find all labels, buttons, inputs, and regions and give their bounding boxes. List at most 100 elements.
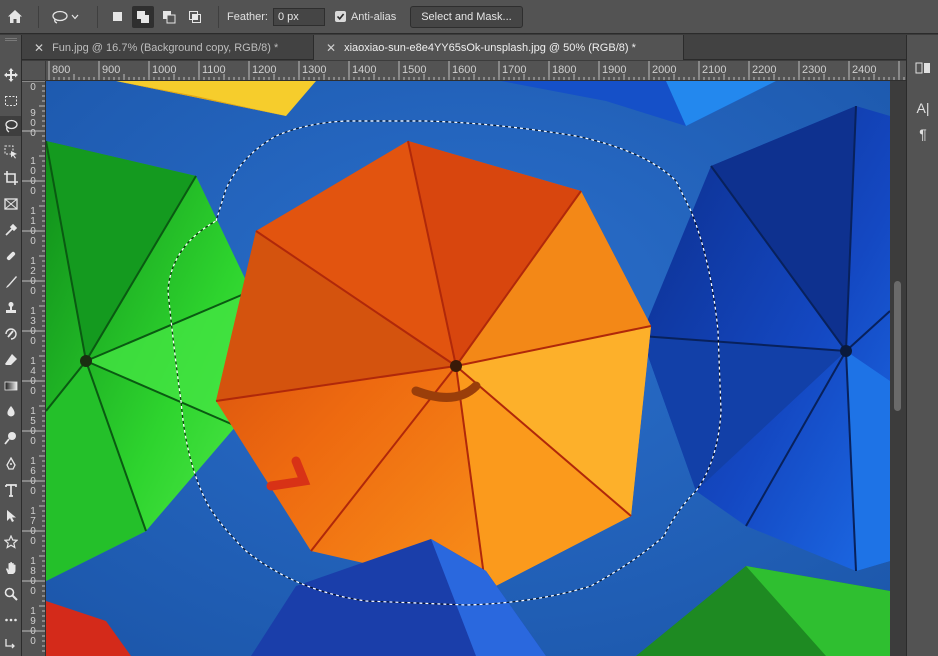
object-selection-tool[interactable] [0, 142, 21, 162]
panel-grip[interactable] [5, 38, 17, 41]
ruler-tick-label: 1800 [552, 64, 577, 76]
close-icon[interactable]: ✕ [326, 41, 336, 55]
stamp-icon [5, 302, 16, 313]
type-panel-icon: A| [916, 100, 930, 116]
move-icon [3, 68, 18, 82]
select-and-mask-button[interactable]: Select and Mask... [410, 5, 523, 28]
feather-input[interactable] [272, 7, 325, 26]
path-select-icon [6, 510, 16, 522]
brush-tool[interactable] [0, 272, 21, 292]
tab-label: xiaoxiao-sun-e8e4YY65sOk-unsplash.jpg @ … [344, 41, 636, 54]
marquee-tool[interactable] [0, 91, 21, 111]
hand-tool[interactable] [0, 558, 21, 578]
character-panel-button[interactable]: A| [907, 97, 938, 119]
eraser-tool[interactable] [0, 350, 21, 370]
healing-brush-icon [6, 251, 15, 261]
path-selection-tool[interactable] [0, 506, 21, 526]
crop-tool[interactable] [0, 168, 21, 188]
move-tool[interactable] [0, 65, 21, 85]
frame-tool[interactable] [0, 194, 21, 214]
home-icon [8, 10, 22, 23]
pen-tool[interactable] [0, 454, 21, 474]
ruler-tick-label: 1 1 0 0 [30, 206, 36, 247]
type-tool[interactable] [0, 480, 21, 500]
dodge-icon [3, 432, 16, 445]
ruler-tick-label: 2200 [752, 64, 777, 76]
add-to-selection-icon [137, 10, 149, 23]
divider [38, 5, 39, 28]
panel-dock-button[interactable] [907, 57, 938, 79]
paragraph-icon: ¶ [919, 126, 927, 142]
ruler-tick-label: 1100 [202, 64, 226, 76]
swap-colors-icon [4, 639, 15, 649]
object-select-icon [4, 145, 17, 159]
ruler-tick-label: 1 9 0 0 [30, 606, 36, 647]
eyedropper-tool[interactable] [0, 220, 21, 240]
horizontal-ruler[interactable]: 800 900 1000 1100 1200 1300 1400 1500 16… [46, 61, 906, 81]
divider [218, 5, 219, 28]
crop-icon [3, 171, 18, 185]
type-icon [4, 484, 17, 497]
ruler-tick-label: 0 [30, 82, 36, 93]
add-to-selection-button[interactable] [132, 5, 154, 28]
tab-label: Fun.jpg @ 16.7% (Background copy, RGB/8)… [52, 41, 279, 54]
ruler-tick-label: 2400 [852, 64, 877, 76]
brush-icon [5, 276, 17, 288]
vertical-scrollbar[interactable] [890, 81, 906, 656]
ruler-tick-label: 1400 [352, 64, 377, 76]
eraser-icon [4, 354, 17, 365]
blur-tool[interactable] [0, 402, 21, 422]
options-bar: Feather: Anti-alias Select and Mask... [0, 0, 938, 34]
subtract-from-selection-button[interactable] [158, 6, 180, 28]
ruler-tick-label: 900 [102, 64, 121, 76]
ruler-tick-label: 800 [52, 64, 71, 76]
swap-colors-button[interactable] [0, 633, 21, 653]
close-icon[interactable]: ✕ [34, 41, 44, 55]
healing-brush-tool[interactable] [0, 246, 21, 266]
dodge-tool[interactable] [0, 428, 21, 448]
libraries-icon [915, 62, 930, 74]
new-selection-button[interactable] [106, 6, 128, 28]
more-tools-icon [4, 618, 17, 622]
ruler-tick-label: 1500 [402, 64, 427, 76]
tab-fun-jpg[interactable]: ✕ Fun.jpg @ 16.7% (Background copy, RGB/… [22, 35, 314, 60]
intersect-selection-icon [189, 10, 201, 23]
zoom-icon [4, 587, 18, 601]
lasso-tool[interactable] [0, 116, 21, 136]
ruler-tick-label: 1000 [152, 64, 177, 76]
vertical-ruler[interactable]: 0 9 0 0 1 0 0 0 1 1 0 0 1 2 0 0 1 3 0 0 … [22, 81, 46, 656]
hand-icon [5, 562, 15, 574]
ruler-tick-label: 1700 [502, 64, 527, 76]
ruler-tick-label: 1 5 0 0 [30, 406, 36, 447]
home-button[interactable] [0, 0, 30, 34]
anti-alias-label: Anti-alias [350, 10, 397, 23]
paragraph-panel-button[interactable]: ¶ [907, 123, 938, 145]
ruler-tick-label: 1 3 0 0 [30, 306, 36, 347]
tool-preset-picker[interactable] [47, 10, 89, 24]
frame-icon [3, 198, 18, 210]
photoshop-window: Feather: Anti-alias Select and Mask... [0, 0, 938, 656]
tab-umbrella-image[interactable]: ✕ xiaoxiao-sun-e8e4YY65sOk-unsplash.jpg … [314, 35, 684, 60]
ruler-tick-label: 2300 [802, 64, 827, 76]
subtract-from-selection-icon [163, 10, 176, 23]
scrollbar-thumb[interactable] [894, 281, 901, 411]
ruler-tick-label: 1 4 0 0 [30, 356, 36, 397]
ruler-origin[interactable] [22, 61, 46, 81]
gradient-tool[interactable] [0, 376, 21, 396]
checkmark-icon [336, 13, 345, 21]
document-canvas[interactable] [46, 81, 890, 656]
ruler-tick-label: 1 0 0 0 [30, 156, 36, 197]
eyedropper-icon [4, 223, 17, 236]
intersect-selection-button[interactable] [184, 6, 206, 28]
ruler-tick-label: 1 8 0 0 [30, 556, 36, 597]
clone-stamp-tool[interactable] [0, 298, 21, 318]
ruler-tick-label: 2000 [652, 64, 677, 76]
blur-icon [6, 406, 15, 417]
edit-toolbar-button[interactable] [0, 610, 21, 630]
history-brush-tool[interactable] [0, 324, 21, 344]
anti-alias-checkbox[interactable] [334, 11, 346, 22]
ruler-tick-label: 1600 [452, 64, 477, 76]
zoom-tool[interactable] [0, 584, 21, 604]
shape-tool[interactable] [0, 532, 21, 552]
chevron-down-icon [71, 14, 79, 19]
